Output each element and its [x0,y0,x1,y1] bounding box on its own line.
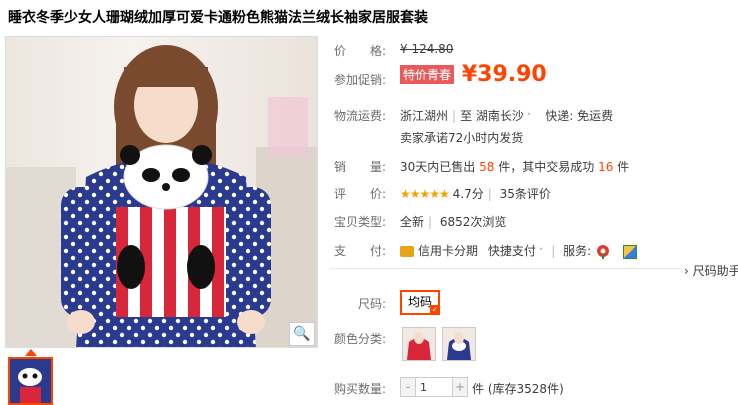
item-condition: 全新 [400,215,425,229]
quantity-label: 购买数量: [334,382,387,396]
size-label: 尺码: [358,297,387,311]
credit-installment-link[interactable]: 信用卡分期 [418,244,478,258]
quick-pay-link[interactable]: 快捷支付 ˅ [488,244,544,258]
ship-from: 浙江湖州 [400,109,449,123]
quantity-stepper: - + [400,377,468,397]
credit-card-icon [400,246,414,257]
ship-promise: 卖家承诺72小时内发货 [400,131,524,145]
quantity-decrease-button[interactable]: - [401,378,415,396]
thumbnail-selected-arrow [25,349,37,356]
rating-label: 评 价: [334,187,387,201]
swatch-image [403,328,435,360]
payment-row: 信用卡分期 快捷支付 ˅ | 服务: [400,242,637,260]
ship-to-prefix: 至 [460,109,473,123]
sales-label: 销 量: [334,160,387,174]
color-swatch-1[interactable] [402,327,436,361]
quantity-input[interactable] [415,378,453,396]
sales-unit: 件 [617,160,630,174]
service-label: 服务: [563,244,592,258]
promo-price: ¥39.90 [462,62,547,87]
original-price: ¥ 124.80 [400,42,454,56]
star-rating-icon: ★★★★★ [400,187,450,201]
price-label: 价 格: [334,44,387,58]
item-type-label: 宝贝类型: [334,215,387,229]
ship-to: 湖南长沙 [475,109,524,123]
rating-score: 4.7分 [452,187,484,201]
shipping-label: 物流运费: [334,109,387,123]
product-info-panel: 价 格: ¥ 124.80 参加促销: 特价青春 ¥39.90 物流运费: 浙江… [330,0,738,405]
rating-row: ★★★★★ 4.7分 | 35条评价 [400,187,551,201]
thumbnail-1[interactable] [8,357,53,405]
quick-pay-label: 快捷支付 [487,244,536,258]
size-option-label: 均码 [408,295,433,309]
reviews-link[interactable]: 35条评价 [500,187,551,201]
color-label: 颜色分类: [334,332,387,346]
product-illustration [6,45,317,347]
shipping-fee: 快递: 免运费 [545,109,614,123]
sales-row: 30天内已售出 58 件，其中交易成功 16 件 [400,158,629,175]
service-badge-icon[interactable] [622,244,637,259]
size-option-button[interactable]: 均码 ✓ [400,290,441,315]
chevron-down-icon: ˅ [526,113,532,123]
view-count: 6852次浏览 [439,215,507,229]
promo-price-value: 39.90 [477,62,547,87]
sales-prefix: 30天内已售出 [400,160,476,174]
color-swatch-2[interactable] [442,327,476,361]
thumbnail-image [10,359,51,403]
quantity-unit-row: 件 (库存3528件) [472,380,564,397]
promo-tag-badge: 特价青春 [400,65,455,84]
check-icon: ✓ [430,305,441,315]
success-count: 16 [598,160,614,174]
magnifier-icon[interactable]: 🔍 [289,322,315,346]
currency-symbol: ¥ [461,62,478,87]
shipping-row: 浙江湖州 | 至 湖南长沙 ˅ 快递: 免运费 [400,109,614,123]
sales-count: 58 [479,160,495,174]
promo-row: 特价青春 ¥39.90 [400,62,547,87]
quantity-increase-button[interactable]: + [453,378,467,396]
quantity-unit: 件 [472,382,485,396]
size-helper-link[interactable]: › 尺码助手 [682,262,738,279]
payment-label: 支 付: [334,244,387,258]
item-type-row: 全新 | 6852次浏览 [400,215,507,229]
chevron-down-icon: ˅ [538,248,544,258]
promo-label: 参加促销: [334,73,387,87]
stock-count: (库存3528件) [487,382,564,396]
ship-to-selector[interactable]: 湖南长沙 ˅ [476,109,532,123]
swatch-image [443,328,475,360]
divider [330,268,738,269]
service-guarantee-icon[interactable] [595,244,611,260]
main-product-image[interactable] [5,36,318,348]
sales-mid: 件，其中交易成功 [498,160,595,174]
